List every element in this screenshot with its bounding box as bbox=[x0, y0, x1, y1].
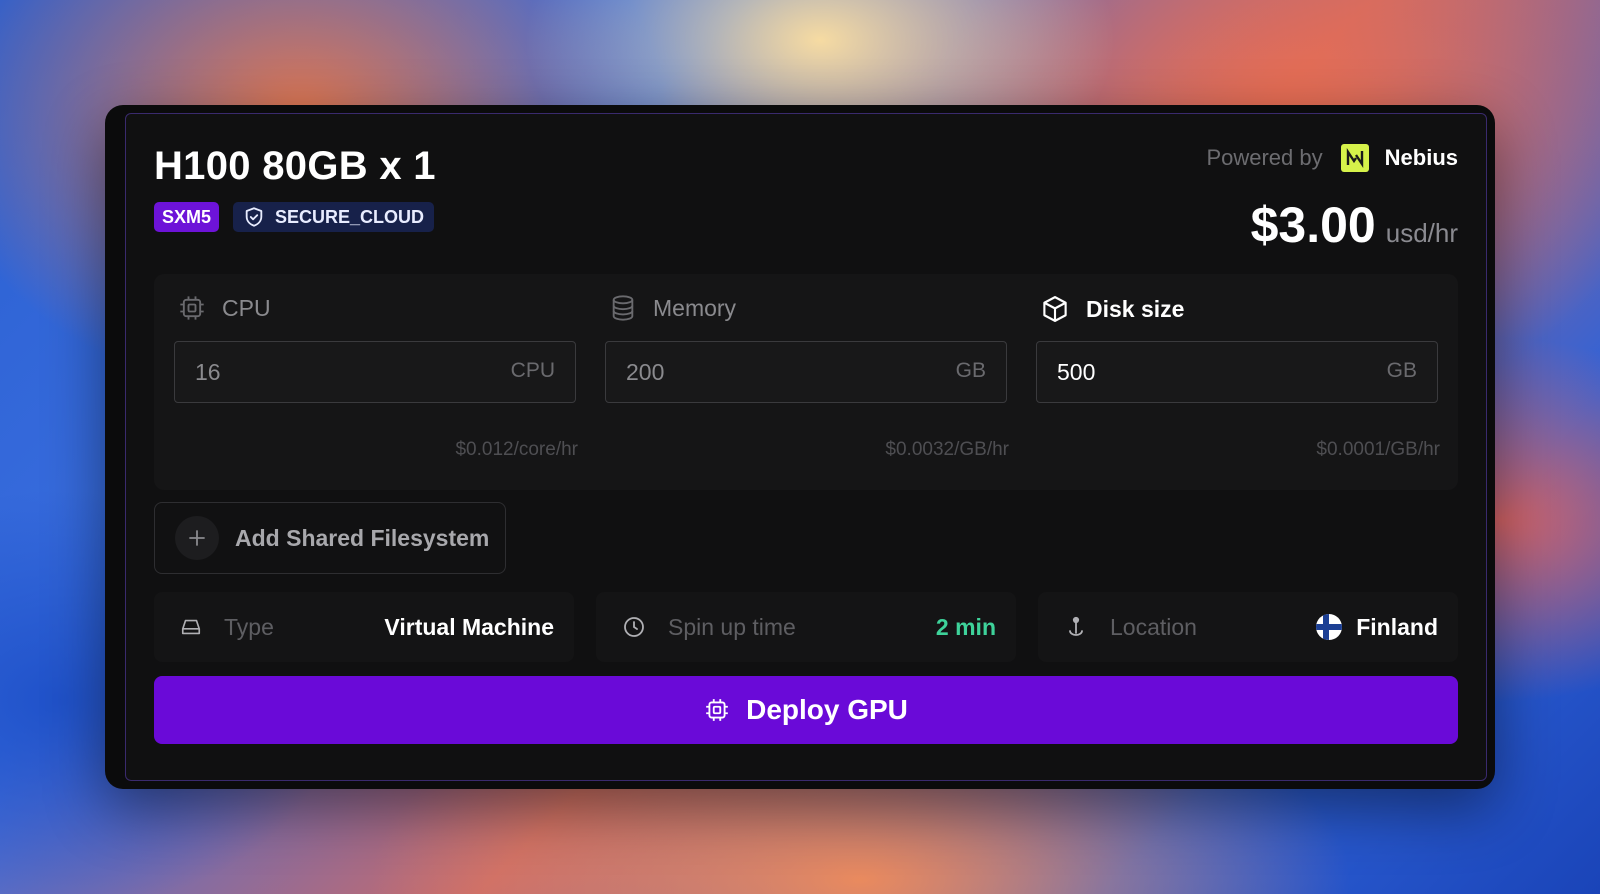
add-shared-filesystem-label: Add Shared Filesystem bbox=[235, 524, 490, 551]
info-row: Type Virtual Machine Spin up time 2 min … bbox=[154, 592, 1458, 662]
spin-up-label: Spin up time bbox=[668, 613, 796, 640]
spin-up-tile: Spin up time 2 min bbox=[596, 592, 1016, 662]
provider-name: Nebius bbox=[1384, 145, 1458, 170]
cpu-label: CPU bbox=[222, 294, 271, 321]
location-value: Finland bbox=[1356, 613, 1438, 640]
disk-label-group: Disk size bbox=[1040, 294, 1184, 324]
memory-label: Memory bbox=[653, 294, 737, 321]
drive-icon bbox=[181, 619, 201, 635]
type-label: Type bbox=[224, 613, 274, 640]
gpu-title: H100 80GB x 1 bbox=[154, 144, 436, 188]
resources-panel: CPU CPU $0.012/core/hr Memory bbox=[154, 274, 1458, 490]
memory-field[interactable]: GB bbox=[605, 341, 1007, 403]
form-factor-badge: SXM5 bbox=[154, 202, 220, 232]
secure-cloud-badge: SECURE_CLOUD bbox=[233, 202, 435, 232]
plus-icon bbox=[175, 516, 219, 560]
disk-config: Disk size GB $0.0001/GB/hr bbox=[1036, 274, 1440, 490]
powered-by-label: Powered by bbox=[1206, 145, 1323, 170]
nebius-logo-icon bbox=[1340, 144, 1369, 172]
memory-unit: GB bbox=[955, 359, 986, 382]
memory-config: Memory GB $0.0032/GB/hr bbox=[605, 274, 1009, 490]
cpu-input[interactable] bbox=[195, 342, 455, 402]
powered-by: Powered by Nebius bbox=[1206, 144, 1458, 172]
disk-label: Disk size bbox=[1086, 295, 1185, 322]
disk-rate: $0.0001/GB/hr bbox=[1316, 439, 1440, 460]
disk-input[interactable] bbox=[1057, 342, 1317, 402]
price-unit: usd/hr bbox=[1385, 218, 1458, 248]
box-icon bbox=[1043, 296, 1067, 322]
location-tile: Location Finland bbox=[1038, 592, 1458, 662]
disk-field[interactable]: GB bbox=[1036, 341, 1438, 403]
cpu-label-group: CPU bbox=[178, 294, 271, 322]
memory-rate: $0.0032/GB/hr bbox=[885, 439, 1009, 460]
cpu-field[interactable]: CPU bbox=[174, 341, 576, 403]
deploy-gpu-button[interactable]: Deploy GPU bbox=[154, 676, 1458, 744]
price-amount: $3.00 bbox=[1250, 197, 1376, 253]
type-tile: Type Virtual Machine bbox=[154, 592, 574, 662]
disk-unit: GB bbox=[1386, 359, 1417, 382]
cpu-chip-icon bbox=[180, 296, 204, 320]
secure-cloud-label: SECURE_CLOUD bbox=[275, 206, 425, 227]
cpu-rate: $0.012/core/hr bbox=[455, 439, 578, 460]
deploy-gpu-label: Deploy GPU bbox=[746, 694, 908, 725]
type-value: Virtual Machine bbox=[384, 613, 554, 640]
clock-icon bbox=[624, 617, 644, 637]
location-label: Location bbox=[1110, 613, 1197, 640]
price-display: $3.00 usd/hr bbox=[1251, 196, 1458, 254]
memory-input[interactable] bbox=[626, 342, 886, 402]
add-shared-filesystem-button[interactable]: Add Shared Filesystem bbox=[154, 502, 506, 574]
spin-up-value: 2 min bbox=[935, 613, 996, 640]
map-pin-icon bbox=[1069, 616, 1083, 636]
gpu-card: H100 80GB x 1 SXM5 SECURE_CLOUD Powered … bbox=[125, 113, 1487, 781]
badge-group: SXM5 SECURE_CLOUD bbox=[154, 202, 435, 232]
cpu-chip-icon bbox=[706, 699, 728, 721]
database-icon bbox=[612, 295, 634, 321]
cpu-unit: CPU bbox=[510, 359, 555, 382]
cpu-config: CPU CPU $0.012/core/hr bbox=[174, 274, 578, 490]
shield-check-icon bbox=[245, 207, 263, 227]
memory-label-group: Memory bbox=[609, 294, 736, 322]
gpu-card-shell: H100 80GB x 1 SXM5 SECURE_CLOUD Powered … bbox=[105, 105, 1495, 789]
finland-flag-icon bbox=[1316, 614, 1343, 640]
